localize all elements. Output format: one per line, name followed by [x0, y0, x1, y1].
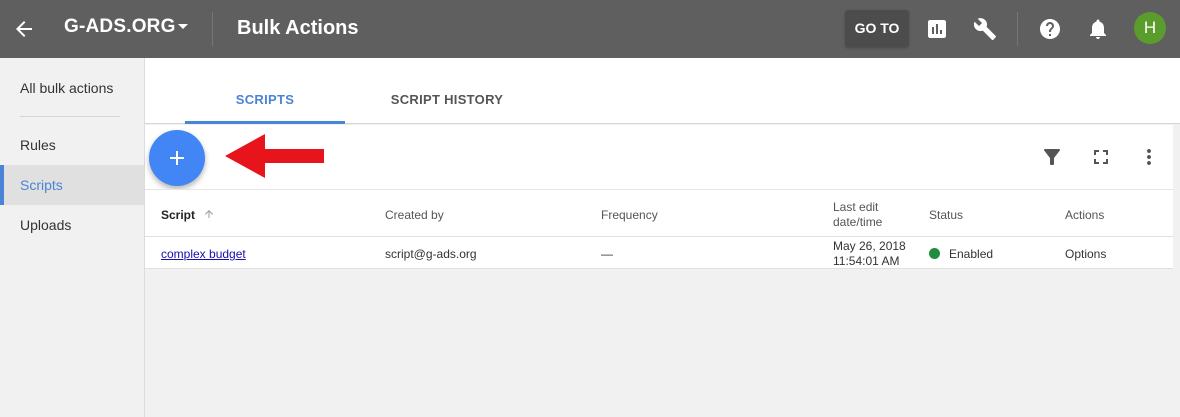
tab-scripts[interactable]: SCRIPTS [185, 58, 345, 124]
column-header-created-by[interactable]: Created by [385, 208, 444, 222]
sort-up-icon[interactable] [203, 208, 215, 220]
created-by-cell: script@g-ads.org [385, 247, 477, 261]
scripts-table: Script Created by Frequency Last edit da… [145, 189, 1173, 269]
avatar[interactable]: H [1134, 12, 1166, 44]
filter-icon[interactable] [1040, 145, 1064, 169]
status-enabled-dot [929, 248, 940, 259]
empty-content-area [145, 270, 1180, 417]
tabs-bar: SCRIPTS SCRIPT HISTORY [145, 58, 1180, 124]
table-header: Script Created by Frequency Last edit da… [145, 189, 1173, 237]
page-title: Bulk Actions [237, 17, 359, 39]
sidebar-item-all-bulk-actions[interactable]: All bulk actions [0, 68, 144, 108]
column-header-last-edit-line2[interactable]: date/time [833, 215, 882, 229]
column-header-status[interactable]: Status [929, 208, 963, 222]
account-name[interactable]: G-ADS.ORG [64, 16, 176, 38]
add-script-button[interactable] [149, 130, 205, 186]
status-cell[interactable]: Enabled [949, 247, 993, 261]
sidebar-item-scripts[interactable]: Scripts [0, 165, 144, 205]
top-app-bar: G-ADS.ORG Bulk Actions GO TO H [0, 0, 1180, 58]
bar-chart-icon[interactable] [925, 17, 949, 41]
wrench-icon[interactable] [973, 17, 997, 41]
help-icon[interactable] [1038, 17, 1062, 41]
back-arrow-icon[interactable] [12, 17, 36, 41]
bell-icon[interactable] [1086, 17, 1110, 41]
tab-script-history[interactable]: SCRIPT HISTORY [357, 58, 537, 124]
divider [212, 12, 213, 46]
frequency-cell: — [601, 247, 613, 261]
column-header-actions: Actions [1065, 208, 1105, 222]
sidebar-divider [20, 116, 120, 117]
options-link[interactable]: Options [1065, 247, 1106, 261]
script-name-link[interactable]: complex budget [161, 247, 246, 261]
goto-button[interactable]: GO TO [845, 10, 909, 47]
fullscreen-icon[interactable] [1089, 145, 1113, 169]
column-header-frequency[interactable]: Frequency [601, 208, 658, 222]
column-header-last-edit-line1[interactable]: Last edit [833, 200, 878, 214]
last-edit-date-cell: May 26, 2018 [833, 239, 906, 253]
column-header-script[interactable]: Script [161, 208, 195, 222]
last-edit-time-cell: 11:54:01 AM [833, 254, 900, 268]
more-vert-icon[interactable] [1137, 145, 1161, 169]
sidebar-item-rules[interactable]: Rules [0, 125, 144, 165]
sidebar: All bulk actions Rules Scripts Uploads [0, 58, 145, 417]
caret-down-icon[interactable] [178, 24, 188, 29]
sidebar-item-uploads[interactable]: Uploads [0, 205, 144, 245]
table-row: complex budget script@g-ads.org — May 26… [145, 237, 1173, 269]
table-toolbar [145, 125, 1173, 189]
red-arrow-annotation [225, 134, 324, 178]
divider [1017, 12, 1018, 46]
